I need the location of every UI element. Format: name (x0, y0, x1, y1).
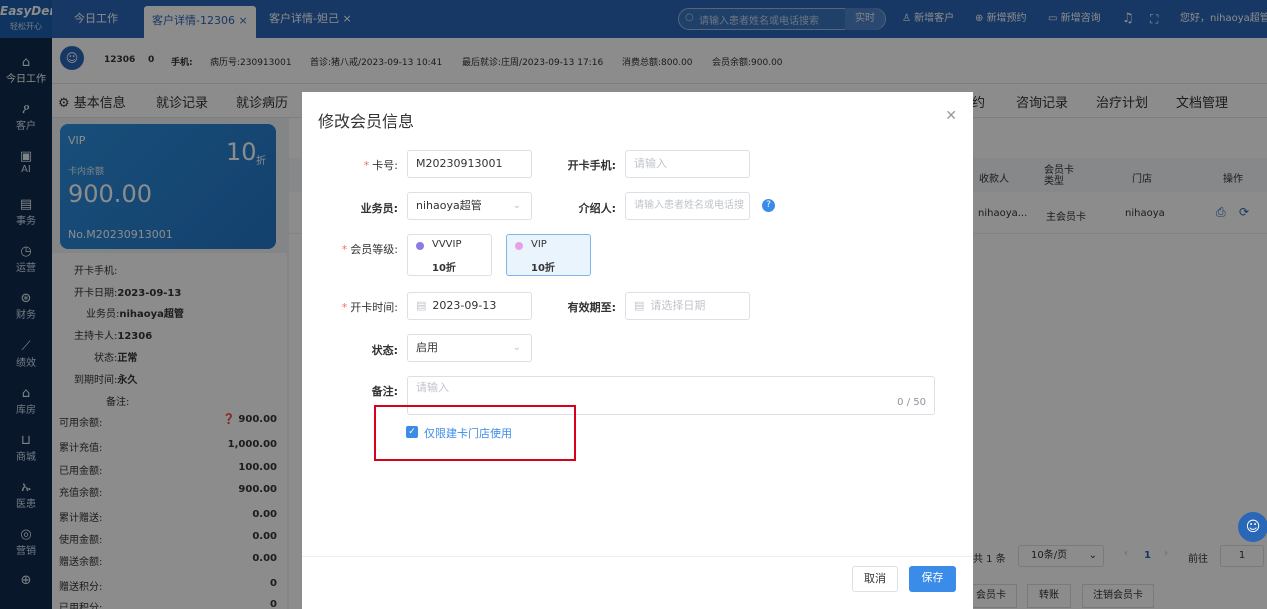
store-only-label[interactable]: 仅限建卡门店使用 (424, 425, 512, 441)
open-time-label: * 开卡时间: (341, 301, 398, 314)
open-phone-input[interactable]: 请输入 (625, 150, 750, 178)
support-avatar-icon[interactable]: ☺ (1238, 512, 1267, 542)
level-dot (515, 242, 523, 250)
open-phone-label: 开卡手机: (567, 159, 616, 172)
save-button[interactable]: 保存 (909, 566, 956, 592)
store-only-checkbox[interactable]: ✓ (406, 426, 418, 438)
chevron-down-icon: ⌄ (512, 200, 521, 211)
valid-until-picker[interactable]: ▤ 请选择日期 (625, 292, 750, 320)
card-no-label: * 卡号: (363, 159, 398, 172)
dialog-title: 修改会员信息 (318, 112, 415, 131)
level-option-vip[interactable]: VIP 10折 (506, 234, 591, 276)
referrer-label: 介绍人: (578, 202, 616, 215)
footer-divider (302, 556, 973, 557)
calendar-icon: ▤ (416, 299, 427, 312)
sales-select[interactable]: nihaoya超管 ⌄ (407, 192, 532, 220)
sales-label: 业务员: (360, 202, 398, 215)
edit-member-dialog: 修改会员信息 ✕ * 卡号: M20230913001 开卡手机: 请输入 业务员… (302, 92, 973, 609)
remark-label: 备注: (371, 385, 398, 398)
calendar-icon: ▤ (634, 299, 645, 312)
valid-until-label: 有效期至: (567, 301, 616, 314)
chevron-down-icon: ⌄ (512, 342, 521, 353)
status-label: 状态: (371, 344, 398, 357)
help-icon[interactable]: ? (762, 199, 775, 212)
referrer-input[interactable]: 请输入患者姓名或电话搜 (625, 192, 750, 220)
level-dot (416, 242, 424, 250)
status-select[interactable]: 启用 ⌄ (407, 334, 532, 362)
level-option-vvvip[interactable]: VVVIP 10折 (407, 234, 492, 276)
open-time-picker[interactable]: ▤ 2023-09-13 (407, 292, 532, 320)
remark-counter: 0 / 50 (897, 397, 926, 408)
cancel-button[interactable]: 取消 (852, 566, 898, 592)
close-icon[interactable]: ✕ (945, 108, 957, 124)
level-label: * 会员等级: (341, 243, 398, 256)
card-no-input[interactable]: M20230913001 (407, 150, 532, 178)
